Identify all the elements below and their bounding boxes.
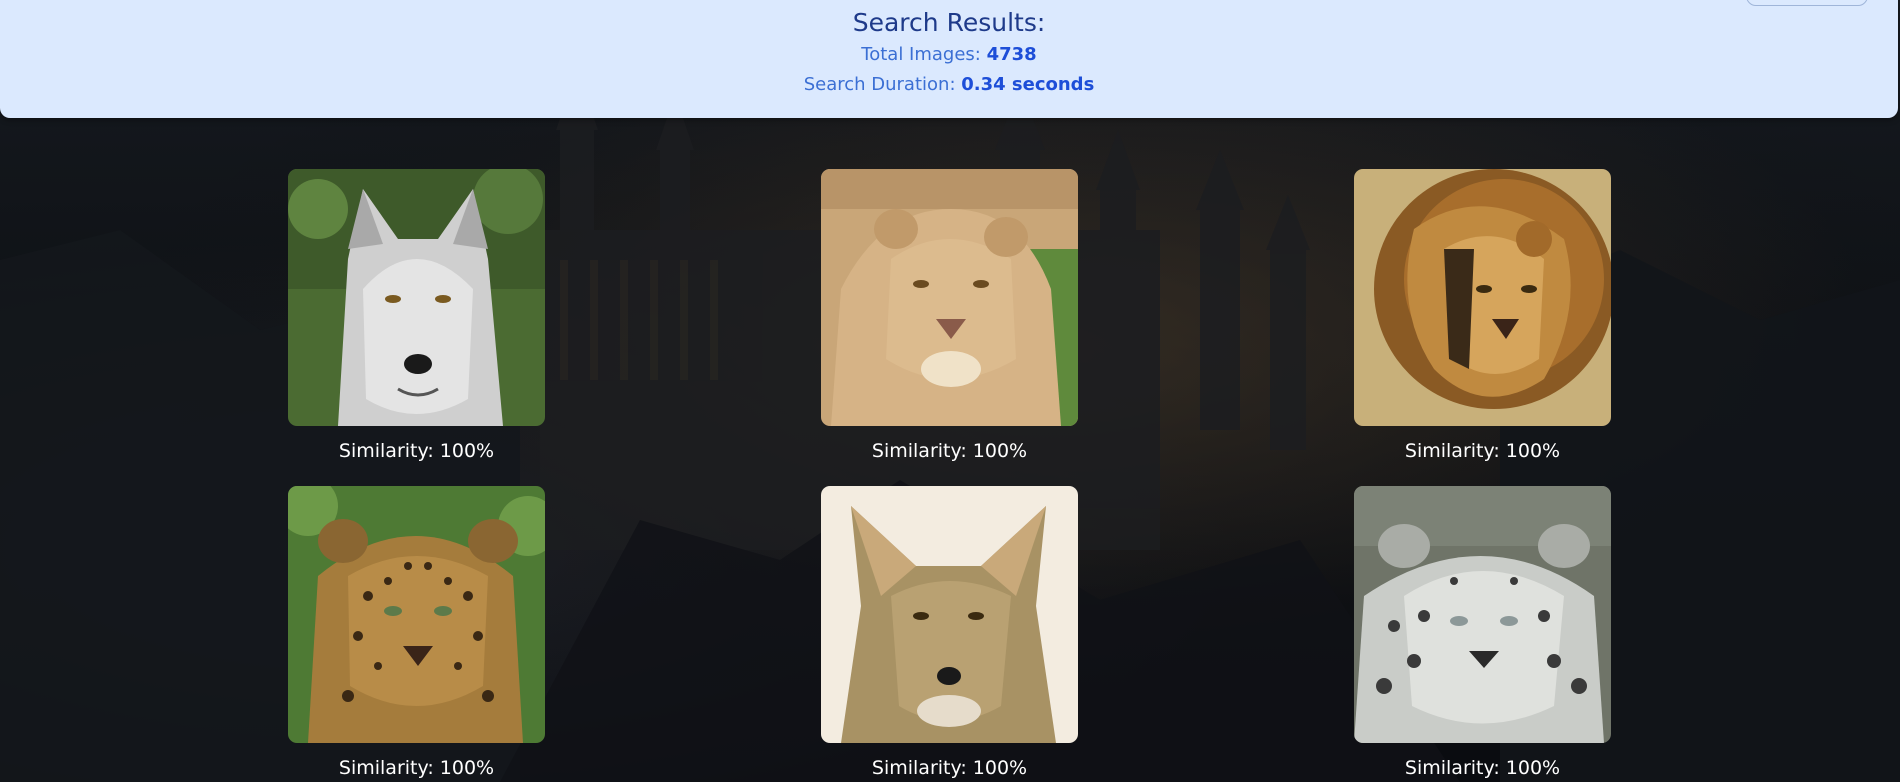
coyote-photo[interactable] bbox=[821, 486, 1078, 743]
lioness-photo[interactable] bbox=[821, 169, 1078, 426]
results-grid: Similarity: 100% Similarity: 100% Simila… bbox=[0, 118, 1900, 782]
total-images-label: Total Images: bbox=[861, 44, 987, 65]
total-images-line: Total Images: 4738 bbox=[0, 44, 1898, 65]
page-title: Search Results: bbox=[852, 8, 1046, 37]
leopard-photo[interactable] bbox=[288, 486, 545, 743]
similarity-label: Similarity: 100% bbox=[338, 440, 495, 462]
similarity-label: Similarity: 100% bbox=[1404, 440, 1561, 462]
result-card[interactable]: Similarity: 100% bbox=[288, 486, 545, 779]
gray-wolf-photo[interactable] bbox=[288, 169, 545, 426]
similarity-label: Similarity: 100% bbox=[871, 440, 1028, 462]
lion-photo[interactable] bbox=[1354, 169, 1611, 426]
result-card[interactable]: Similarity: 100% bbox=[1354, 486, 1611, 779]
search-results-header: Search Results: Total Images: 4738 Searc… bbox=[0, 0, 1898, 118]
result-card[interactable]: Similarity: 100% bbox=[821, 169, 1078, 462]
header-corner-button[interactable] bbox=[1746, 0, 1868, 6]
search-duration-line: Search Duration: 0.34 seconds bbox=[0, 74, 1898, 95]
snow-leopard-photo[interactable] bbox=[1354, 486, 1611, 743]
result-card[interactable]: Similarity: 100% bbox=[821, 486, 1078, 779]
similarity-label: Similarity: 100% bbox=[338, 757, 495, 779]
total-images-value: 4738 bbox=[986, 44, 1037, 65]
similarity-label: Similarity: 100% bbox=[871, 757, 1028, 779]
result-card[interactable]: Similarity: 100% bbox=[288, 169, 545, 462]
result-card[interactable]: Similarity: 100% bbox=[1354, 169, 1611, 462]
search-duration-label: Search Duration: bbox=[803, 74, 962, 95]
search-duration-value: 0.34 seconds bbox=[961, 74, 1095, 95]
similarity-label: Similarity: 100% bbox=[1404, 757, 1561, 779]
